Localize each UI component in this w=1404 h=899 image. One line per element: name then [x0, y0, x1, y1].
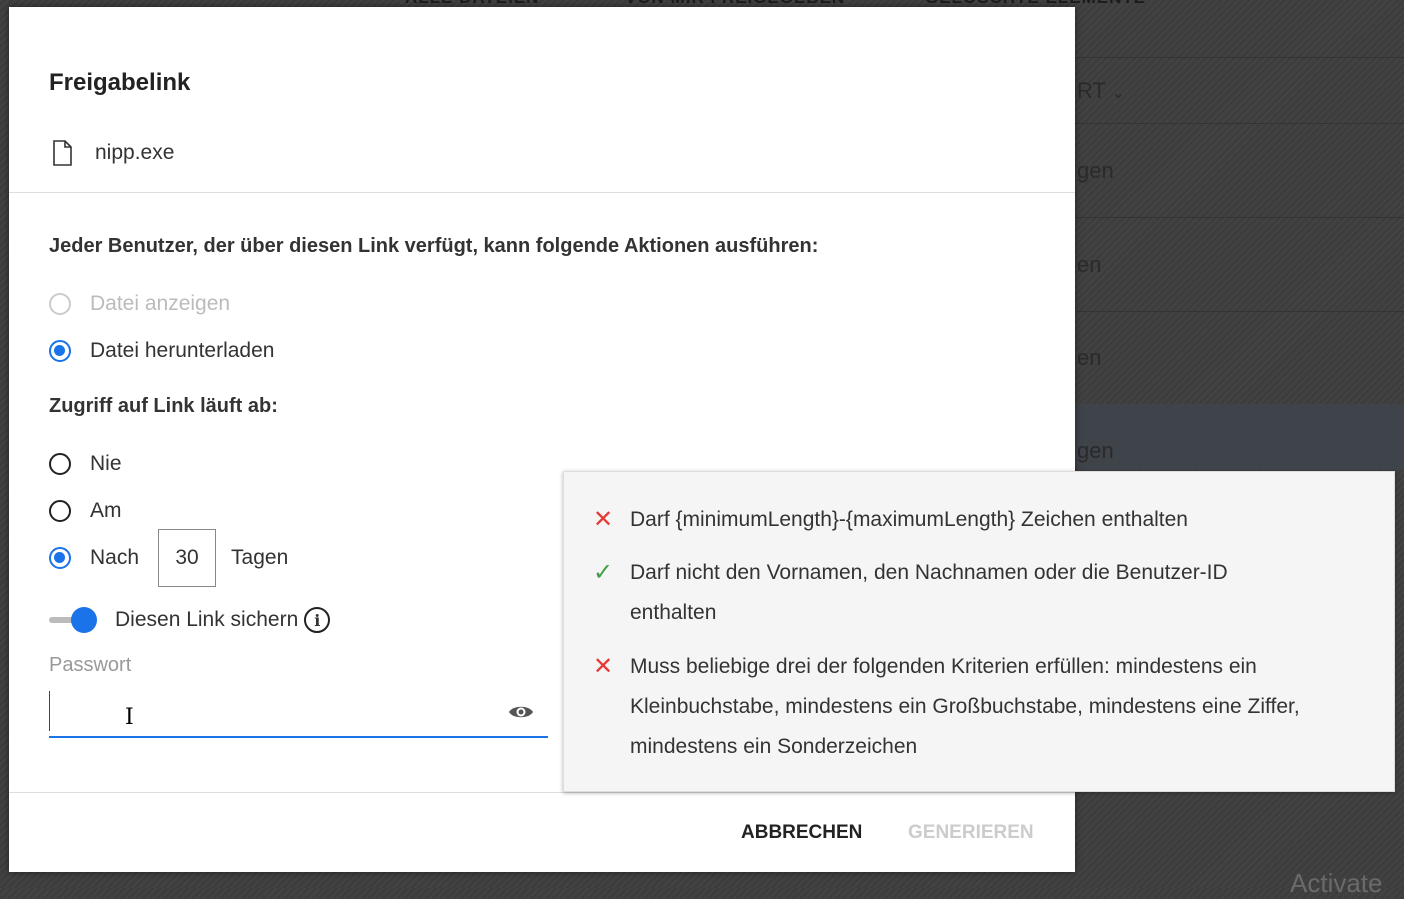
radio-on-date[interactable]: Am	[49, 499, 122, 523]
bg-row-fragment: gen	[1077, 438, 1114, 463]
generate-button[interactable]: GENERIEREN	[908, 822, 1034, 844]
radio-label: Am	[90, 499, 122, 522]
password-input[interactable]	[49, 691, 489, 731]
pass-check-icon: ✓	[592, 559, 614, 586]
password-field	[49, 691, 548, 738]
radio-circle[interactable]	[49, 340, 71, 362]
radio-circle[interactable]	[49, 547, 71, 569]
show-password-icon[interactable]	[508, 703, 534, 721]
password-rules-popup: ✕ Darf {minimumLength}-{maximumLength} Ze…	[563, 471, 1395, 792]
file-name: nipp.exe	[95, 141, 175, 164]
radio-never[interactable]: Nie	[49, 452, 122, 476]
radio-circle[interactable]	[49, 293, 71, 315]
password-rule: ✓ Darf nicht den Vornamen, den Nachnamen …	[590, 553, 1310, 633]
secure-link-label: Diesen Link sichern	[115, 608, 299, 631]
password-rule: ✕ Darf {minimumLength}-{maximumLength} Ze…	[590, 500, 1370, 540]
radio-label: Nach	[90, 546, 140, 569]
radio-download-file[interactable]: Datei herunterladen	[49, 339, 274, 363]
radio-circle[interactable]	[49, 500, 71, 522]
bg-row-fragment: en	[1077, 252, 1102, 277]
bg-row-fragment: gen	[1077, 158, 1114, 183]
secure-link-toggle[interactable]	[49, 607, 97, 633]
file-icon	[53, 140, 72, 166]
info-icon[interactable]: i	[304, 607, 331, 633]
secure-link-toggle-row: Diesen Link sichern i	[49, 607, 331, 633]
text-cursor-icon: I	[125, 705, 134, 730]
permission-heading: Jeder Benutzer, der über diesen Link ver…	[49, 235, 819, 257]
fail-x-icon: ✕	[592, 506, 614, 533]
radio-label: Nie	[90, 452, 122, 475]
dialog-title: Freigabelink	[49, 69, 191, 96]
days-unit: Tagen	[231, 546, 289, 569]
radio-label: Datei herunterladen	[90, 339, 275, 362]
radio-after-days[interactable]: Nach 30 Tagen	[49, 529, 288, 587]
radio-view-file[interactable]: Datei anzeigen	[49, 292, 230, 316]
password-rule: ✕ Muss beliebige drei der folgenden Krite…	[590, 647, 1380, 767]
file-info: nipp.exe	[49, 139, 174, 167]
activate-watermark: Activate	[1290, 868, 1383, 898]
bg-row-fragment: en	[1077, 345, 1102, 370]
radio-label: Datei anzeigen	[90, 292, 231, 315]
days-input[interactable]: 30	[158, 529, 217, 587]
expiry-heading: Zugriff auf Link läuft ab:	[49, 395, 278, 417]
password-label: Passwort	[49, 654, 132, 676]
cancel-button[interactable]: ABBRECHEN	[741, 822, 862, 844]
radio-circle[interactable]	[49, 453, 71, 475]
bg-sort-fragment: RT ⌄	[1077, 78, 1126, 103]
fail-x-icon: ✕	[592, 653, 614, 680]
